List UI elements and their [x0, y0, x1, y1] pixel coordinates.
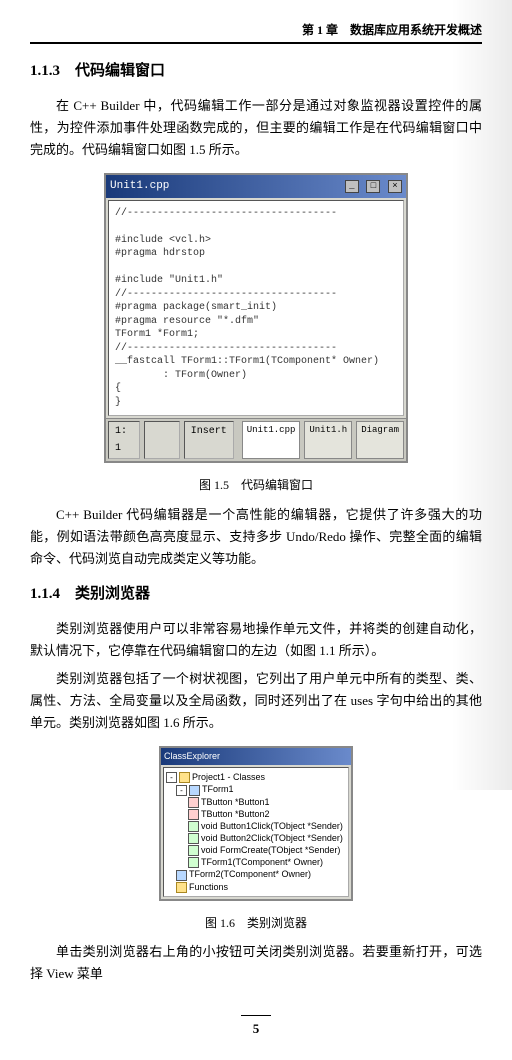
class-icon [176, 870, 187, 881]
para-114-1: 类别浏览器使用户可以非常容易地操作单元文件，并将类的创建自动化，默认情况下，它停… [30, 618, 482, 662]
tree-fn-button1click[interactable]: void Button1Click(TObject *Sender) [166, 820, 346, 832]
minimize-icon[interactable]: _ [345, 180, 359, 193]
figure-1-5-caption: 图 1.5 代码编辑窗口 [30, 475, 482, 495]
figure-1-6: ClassExplorer -Project1 - Classes -TForm… [30, 746, 482, 901]
tree-fn-formcreate[interactable]: void FormCreate(TObject *Sender) [166, 844, 346, 856]
collapse-icon[interactable]: - [176, 785, 187, 796]
tree-class-ctor2[interactable]: TForm2(TComponent* Owner) [166, 868, 346, 880]
tree-fn-button2click[interactable]: void Button2Click(TObject *Sender) [166, 832, 346, 844]
window-controls: _ □ × [344, 177, 402, 196]
para-114-3: 单击类别浏览器右上角的小按钮可关闭类别浏览器。若要重新打开，可选择 View 菜… [30, 941, 482, 985]
tree-prop-button2[interactable]: TButton *Button2 [166, 808, 346, 820]
status-bar: 1: 1 Insert Unit1.cpp Unit1.h Diagram [106, 418, 406, 461]
window-titlebar: Unit1.cpp _ □ × [106, 175, 406, 198]
para-113-1: 在 C++ Builder 中，代码编辑工作一部分是通过对象监视器设置控件的属性… [30, 95, 482, 161]
tab-unit1-cpp[interactable]: Unit1.cpp [242, 421, 301, 459]
tab-unit1-h[interactable]: Unit1.h [304, 421, 352, 459]
method-icon [188, 821, 199, 832]
tree-folder-functions[interactable]: Functions [166, 881, 346, 893]
para-114-2: 类别浏览器包括了一个树状视图，它列出了用户单元中所有的类型、类、属性、方法、全局… [30, 668, 482, 734]
close-icon[interactable]: × [388, 180, 402, 193]
method-icon [188, 857, 199, 868]
method-icon [188, 833, 199, 844]
code-text-area[interactable]: //----------------------------------- #i… [108, 200, 404, 417]
folder-icon [176, 882, 187, 893]
tree-prop-button1[interactable]: TButton *Button1 [166, 796, 346, 808]
maximize-icon[interactable]: □ [366, 180, 380, 193]
property-icon [188, 809, 199, 820]
tab-diagram[interactable]: Diagram [356, 421, 404, 459]
code-editor-window: Unit1.cpp _ □ × //----------------------… [104, 173, 408, 463]
folder-icon [179, 772, 190, 783]
window-title: Unit1.cpp [110, 177, 169, 196]
para-113-2: C++ Builder 代码编辑器是一个高性能的编辑器，它提供了许多强大的功能，… [30, 504, 482, 570]
status-blank [144, 421, 180, 459]
class-icon [189, 785, 200, 796]
figure-1-5: Unit1.cpp _ □ × //----------------------… [30, 173, 482, 463]
figure-1-6-caption: 图 1.6 类别浏览器 [30, 913, 482, 933]
chapter-header: 第 1 章 数据库应用系统开发概述 [30, 20, 482, 44]
method-icon [188, 845, 199, 856]
tree-root[interactable]: -Project1 - Classes [166, 771, 346, 783]
tree-fn-ctor[interactable]: TForm1(TComponent* Owner) [166, 856, 346, 868]
cursor-position: 1: 1 [108, 421, 140, 459]
property-icon [188, 797, 199, 808]
class-explorer-window: ClassExplorer -Project1 - Classes -TForm… [159, 746, 353, 901]
edit-mode: Insert [184, 421, 234, 459]
collapse-icon[interactable]: - [166, 772, 177, 783]
section-heading-114: 1.1.4 类别浏览器 [30, 582, 482, 608]
class-tree[interactable]: -Project1 - Classes -TForm1 TButton *But… [163, 767, 349, 896]
explorer-title: ClassExplorer [161, 748, 351, 765]
page-number: 5 [241, 1015, 271, 1040]
section-heading-113: 1.1.3 代码编辑窗口 [30, 59, 482, 85]
